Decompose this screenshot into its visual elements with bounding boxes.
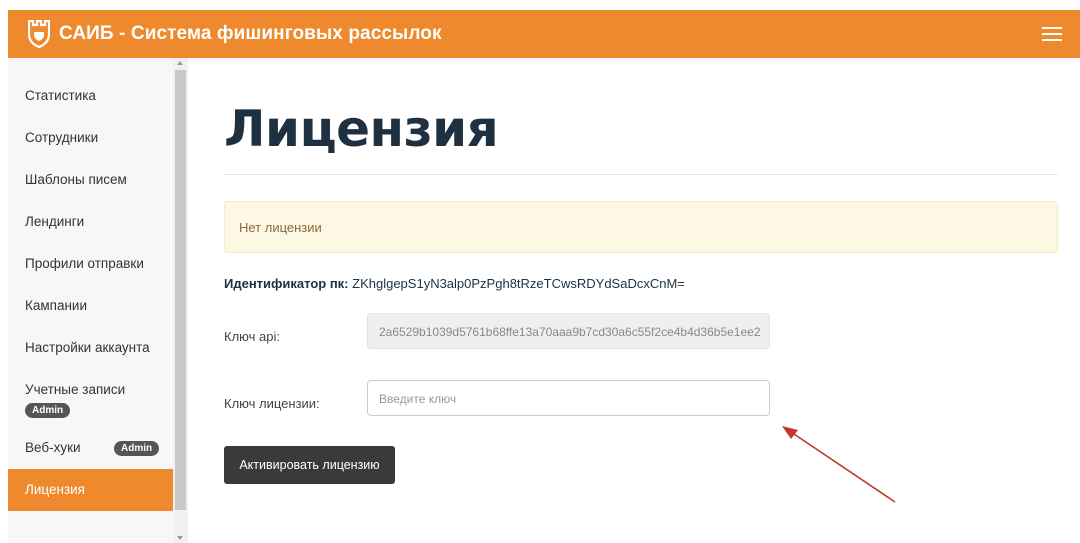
sidebar-item-label: Настройки аккаунта [25, 340, 150, 355]
page-title: Лицензия [224, 100, 499, 158]
sidebar-item-employees[interactable]: Сотрудники [8, 130, 173, 145]
sidebar-item-label: Учетные записи [25, 382, 126, 397]
sidebar-item-webhooks[interactable]: Веб-хуки Admin [8, 440, 173, 456]
sidebar-item-label: Веб-хуки [25, 440, 81, 455]
sidebar-item-email-templates[interactable]: Шаблоны писем [8, 172, 173, 187]
scroll-down-arrow-icon[interactable] [177, 536, 183, 540]
castle-shield-icon [28, 19, 50, 49]
pc-identifier-row: Идентификатор пк: ZKhglgepS1yN3alp0PzPgh… [224, 276, 685, 291]
sidebar-scrollbar[interactable] [173, 58, 188, 543]
sidebar-item-label: Статистика [25, 88, 96, 103]
title-divider [224, 174, 1058, 175]
activate-license-button[interactable]: Активировать лицензию [224, 446, 395, 484]
sidebar: Статистика Сотрудники Шаблоны писем Ленд… [8, 58, 173, 543]
api-key-field[interactable]: 2a6529b1039d5761b68ffe13a70aaa9b7cd30a6c… [367, 313, 770, 349]
sidebar-item-label: Профили отправки [25, 256, 144, 271]
hamburger-menu-icon[interactable] [1042, 27, 1062, 41]
api-key-label: Ключ api: [224, 329, 280, 344]
sidebar-item-statistics[interactable]: Статистика [8, 88, 173, 103]
pc-identifier-label: Идентификатор пк: [224, 276, 349, 291]
sidebar-item-label: Кампании [25, 298, 88, 313]
sidebar-item-license[interactable]: Лицензия [8, 469, 173, 511]
red-arrow-icon [782, 426, 896, 503]
alert-text: Нет лицензии [239, 220, 322, 235]
pc-identifier-value: ZKhglgepS1yN3alp0PzPgh8tRzeTCwsRDYdSaDcx… [352, 276, 685, 291]
sidebar-item-label: Сотрудники [25, 130, 99, 145]
sidebar-item-landings[interactable]: Лендинги [8, 214, 173, 229]
sidebar-item-label: Лендинги [25, 214, 85, 229]
admin-badge: Admin [25, 403, 71, 418]
sidebar-item-campaigns[interactable]: Кампании [8, 298, 173, 313]
app-title[interactable]: САИБ - Система фишинговых рассылок [59, 23, 442, 45]
sidebar-item-label: Шаблоны писем [25, 172, 127, 187]
sidebar-item-accounts[interactable]: Учетные записи Admin [8, 382, 173, 418]
scrollbar-thumb[interactable] [175, 70, 186, 510]
scroll-up-arrow-icon[interactable] [177, 61, 183, 65]
admin-badge: Admin [114, 441, 160, 456]
sidebar-item-account-settings[interactable]: Настройки аккаунта [8, 340, 173, 355]
license-key-input[interactable]: Введите ключ [367, 380, 770, 416]
top-navbar: САИБ - Система фишинговых рассылок [8, 10, 1080, 58]
sidebar-item-label: Лицензия [25, 482, 85, 497]
sidebar-item-sending-profiles[interactable]: Профили отправки [8, 256, 173, 271]
license-key-label: Ключ лицензии: [224, 396, 320, 411]
no-license-alert: Нет лицензии [224, 201, 1058, 253]
